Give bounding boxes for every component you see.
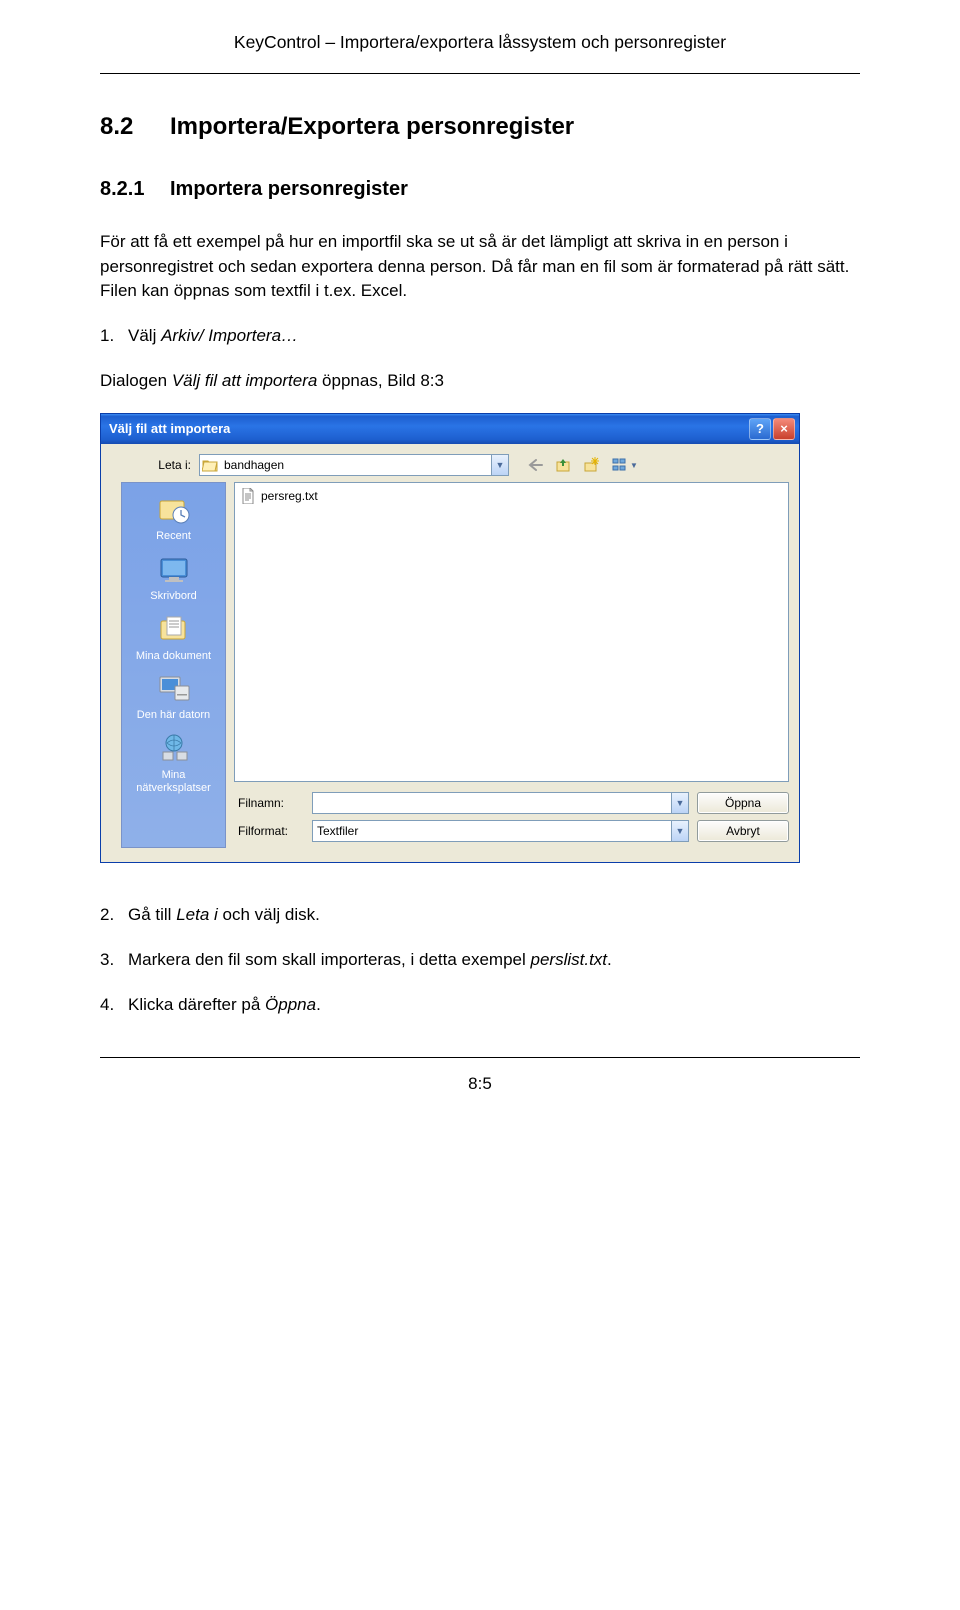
subsection-number: 8.2.1 [100, 175, 170, 204]
chevron-down-icon[interactable]: ▼ [491, 455, 508, 475]
section-title: Importera/Exportera personregister [170, 113, 574, 140]
step-text: Välj [128, 326, 161, 345]
help-button[interactable]: ? [749, 418, 771, 440]
look-in-label: Leta i: [121, 457, 199, 474]
file-format-label: Filformat: [234, 823, 312, 840]
dialog-title: Välj fil att importera [109, 420, 747, 439]
step-number: 2. [100, 903, 128, 928]
file-format-combo[interactable]: Textfiler ▼ [312, 820, 689, 842]
step-3: 3.Markera den fil som skall importeras, … [100, 948, 860, 973]
filename-label: Filnamn: [234, 795, 312, 812]
subsection-title: Importera personregister [170, 178, 408, 200]
place-label: Den här datorn [129, 709, 219, 722]
step-number: 1. [100, 324, 128, 349]
file-item[interactable]: persreg.txt [239, 487, 379, 505]
place-computer[interactable]: Den här datorn [129, 672, 219, 722]
section-number: 8.2 [100, 110, 170, 145]
section-heading: 8.2Importera/Exportera personregister [100, 110, 860, 145]
text-file-icon [241, 488, 257, 504]
places-bar: Recent Skrivbord Mina doku [121, 482, 226, 848]
place-label: Recent [129, 530, 219, 543]
file-format-value: Textfiler [313, 823, 671, 840]
folder-open-icon [200, 458, 220, 472]
file-open-dialog: Välj fil att importera ? × Leta i: bandh… [100, 413, 800, 863]
back-button[interactable] [523, 454, 547, 476]
step-number: 4. [100, 993, 128, 1018]
documents-icon [155, 613, 193, 647]
recent-icon [155, 493, 193, 527]
desktop-icon [155, 553, 193, 587]
look-in-value: bandhagen [220, 457, 491, 474]
view-menu-button[interactable]: ▼ [607, 454, 643, 476]
close-button[interactable]: × [773, 418, 795, 440]
network-icon [155, 732, 193, 766]
place-recent[interactable]: Recent [129, 493, 219, 543]
up-one-level-button[interactable] [551, 454, 575, 476]
look-in-combo[interactable]: bandhagen ▼ [199, 454, 509, 476]
step-menu-path: Arkiv/ Importera… [161, 326, 298, 345]
new-folder-button[interactable] [579, 454, 603, 476]
subsection-heading: 8.2.1Importera personregister [100, 175, 860, 204]
chevron-down-icon[interactable]: ▼ [671, 821, 688, 841]
step-2: 2.Gå till Leta i och välj disk. [100, 903, 860, 928]
place-desktop[interactable]: Skrivbord [129, 553, 219, 603]
page-header: KeyControl – Importera/exportera låssyst… [100, 30, 860, 74]
dialog-titlebar[interactable]: Välj fil att importera ? × [101, 414, 799, 444]
computer-icon [155, 672, 193, 706]
file-name: persreg.txt [261, 488, 318, 505]
place-label: Mina nätverksplatser [129, 769, 219, 794]
place-label: Mina dokument [129, 650, 219, 663]
place-label: Skrivbord [129, 590, 219, 603]
file-list[interactable]: persreg.txt [234, 482, 789, 782]
chevron-down-icon[interactable]: ▼ [671, 793, 688, 813]
step-4: 4.Klicka därefter på Öppna. [100, 993, 860, 1018]
page-footer: 8:5 [100, 1057, 860, 1097]
open-button[interactable]: Öppna [697, 792, 789, 814]
place-network[interactable]: Mina nätverksplatser [129, 732, 219, 794]
place-documents[interactable]: Mina dokument [129, 613, 219, 663]
filename-input[interactable]: ▼ [312, 792, 689, 814]
cancel-button[interactable]: Avbryt [697, 820, 789, 842]
step-1: 1.Välj Arkiv/ Importera… [100, 324, 860, 349]
dialog-caption: Dialogen Välj fil att importera öppnas, … [100, 369, 860, 394]
intro-paragraph: För att få ett exempel på hur en importf… [100, 230, 860, 304]
step-number: 3. [100, 948, 128, 973]
